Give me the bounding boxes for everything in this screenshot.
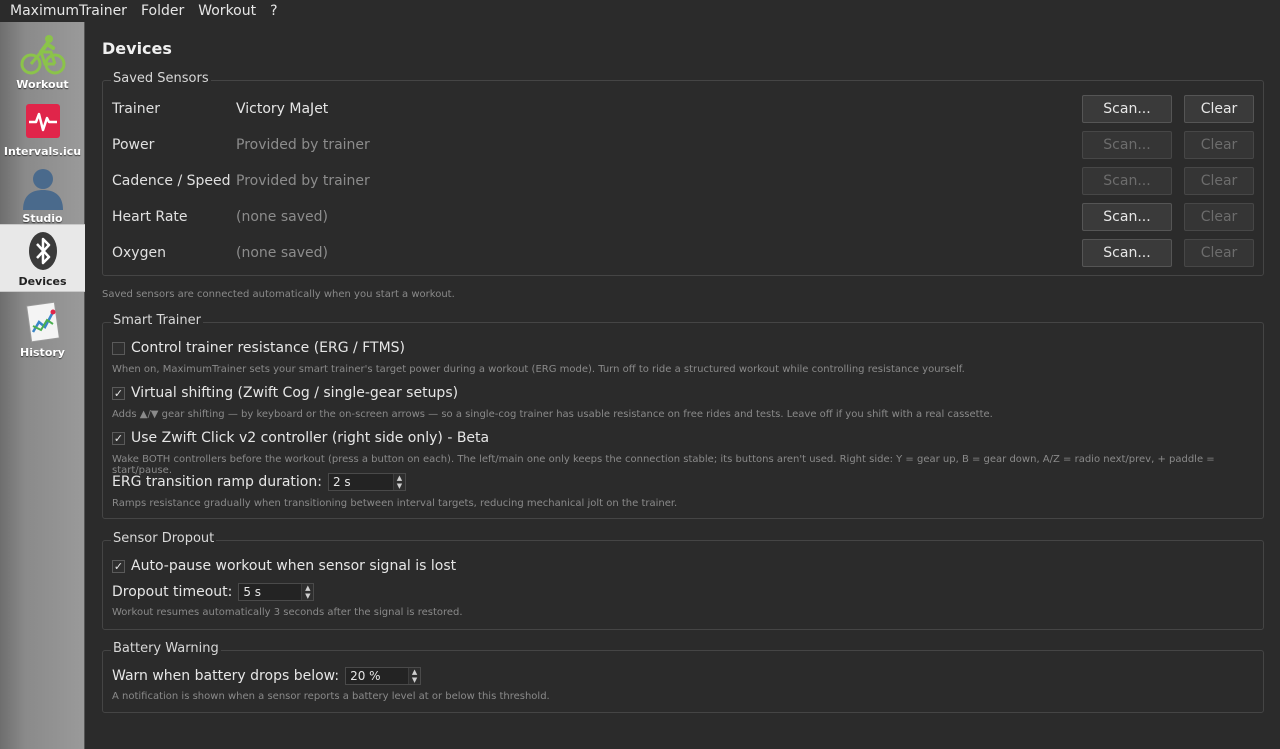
person-icon: [19, 166, 67, 210]
menu-app[interactable]: MaximumTrainer: [3, 0, 134, 22]
menu-bar: MaximumTrainer Folder Workout ?: [0, 0, 1280, 22]
sensor-value: Victory MaJet: [236, 101, 329, 117]
dropout-timeout-spinbox[interactable]: 5 s ▲ ▼: [238, 583, 315, 601]
scan-oxygen-button[interactable]: Scan...: [1082, 239, 1172, 267]
sidebar-item-studio[interactable]: Studio: [0, 162, 85, 228]
erg-checkbox-row[interactable]: Control trainer resistance (ERG / FTMS): [112, 338, 405, 358]
scan-trainer-button[interactable]: Scan...: [1082, 95, 1172, 123]
battery-threshold-row: Warn when battery drops below: 20 % ▲ ▼: [112, 666, 422, 686]
group-title: Battery Warning: [111, 641, 221, 656]
erg-checkbox[interactable]: [112, 341, 125, 355]
virtual-shifting-label: Virtual shifting (Zwift Cog / single-gea…: [131, 385, 459, 401]
dropout-timeout-row: Dropout timeout: 5 s ▲ ▼: [112, 582, 315, 602]
spin-arrows-icon[interactable]: ▲ ▼: [301, 584, 314, 600]
main-panel: Devices Saved Sensors Trainer Victory Ma…: [86, 22, 1280, 749]
ramp-duration-value[interactable]: 2 s: [329, 475, 393, 489]
clear-heart-rate-button[interactable]: Clear: [1184, 203, 1254, 231]
ramp-note: Ramps resistance gradually when transiti…: [112, 498, 678, 509]
sensor-key: Heart Rate: [112, 209, 188, 225]
erg-note: When on, MaximumTrainer sets your smart …: [112, 364, 965, 375]
virtual-shifting-note: Adds ▲/▼ gear shifting — by keyboard or …: [112, 409, 993, 420]
zwift-click-row[interactable]: ✓ Use Zwift Click v2 controller (right s…: [112, 428, 489, 448]
scan-power-button[interactable]: Scan...: [1082, 131, 1172, 159]
sensor-dropout-group: Sensor Dropout ✓ Auto-pause workout when…: [102, 531, 1264, 630]
sensor-row-oxygen: Oxygen (none saved): [112, 240, 328, 266]
sidebar-item-label: Devices: [18, 275, 67, 288]
page-title: Devices: [102, 39, 172, 58]
battery-warning-group: Battery Warning Warn when battery drops …: [102, 641, 1264, 713]
sidebar-item-label: Intervals.icu: [3, 145, 82, 158]
zwift-click-checkbox[interactable]: ✓: [112, 431, 125, 445]
saved-sensors-note: Saved sensors are connected automaticall…: [102, 289, 455, 300]
spin-arrows-icon[interactable]: ▲ ▼: [392, 474, 405, 490]
sensor-row-trainer: Trainer Victory MaJet: [112, 96, 328, 122]
sidebar-item-workout[interactable]: Workout: [0, 28, 85, 94]
sensor-value: Provided by trainer: [236, 137, 370, 153]
autopause-row[interactable]: ✓ Auto-pause workout when sensor signal …: [112, 556, 456, 576]
menu-workout[interactable]: Workout: [191, 0, 263, 22]
heartbeat-icon: [19, 99, 67, 143]
autopause-checkbox[interactable]: ✓: [112, 559, 125, 573]
dropout-timeout-label: Dropout timeout:: [112, 584, 233, 600]
zwift-click-label: Use Zwift Click v2 controller (right sid…: [131, 430, 490, 446]
scan-heart-rate-button[interactable]: Scan...: [1082, 203, 1172, 231]
group-title: Sensor Dropout: [111, 531, 217, 546]
cyclist-icon: [19, 32, 67, 76]
ramp-duration-spinbox[interactable]: 2 s ▲ ▼: [327, 473, 406, 491]
autopause-label: Auto-pause workout when sensor signal is…: [131, 558, 457, 574]
dropout-timeout-value[interactable]: 5 s: [239, 585, 301, 599]
sensor-key: Cadence / Speed: [112, 173, 231, 189]
menu-help[interactable]: ?: [263, 0, 284, 22]
sensor-row-cadence-speed: Cadence / Speed Provided by trainer: [112, 168, 370, 194]
saved-sensors-group: Saved Sensors Trainer Victory MaJet Scan…: [102, 71, 1264, 276]
sensor-key: Trainer: [112, 101, 160, 117]
smart-trainer-group: Smart Trainer Control trainer resistance…: [102, 313, 1264, 519]
sensor-key: Power: [112, 137, 155, 153]
sensor-value: (none saved): [236, 209, 328, 225]
group-title: Saved Sensors: [111, 71, 211, 86]
ramp-duration-label: ERG transition ramp duration:: [112, 474, 322, 490]
clear-cadence-button[interactable]: Clear: [1184, 167, 1254, 195]
sidebar: Workout Intervals.icu Studio Devices His…: [0, 22, 85, 749]
virtual-shifting-row[interactable]: ✓ Virtual shifting (Zwift Cog / single-g…: [112, 383, 458, 403]
sidebar-item-label: Workout: [16, 78, 69, 91]
sensor-key: Oxygen: [112, 245, 166, 261]
chart-history-icon: [19, 300, 67, 344]
dropout-note: Workout resumes automatically 3 seconds …: [112, 607, 463, 618]
battery-threshold-spinbox[interactable]: 20 % ▲ ▼: [345, 667, 422, 685]
group-title: Smart Trainer: [111, 313, 203, 328]
spin-arrows-icon[interactable]: ▲ ▼: [408, 668, 421, 684]
menu-folder[interactable]: Folder: [134, 0, 191, 22]
ramp-duration-row: ERG transition ramp duration: 2 s ▲ ▼: [112, 472, 406, 492]
sidebar-item-devices[interactable]: Devices: [0, 224, 85, 292]
erg-checkbox-label: Control trainer resistance (ERG / FTMS): [131, 340, 405, 356]
clear-oxygen-button[interactable]: Clear: [1184, 239, 1254, 267]
battery-note: A notification is shown when a sensor re…: [112, 691, 550, 702]
battery-threshold-label: Warn when battery drops below:: [112, 668, 340, 684]
sensor-row-power: Power Provided by trainer: [112, 132, 370, 158]
sidebar-item-label: History: [20, 346, 65, 359]
bluetooth-icon: [19, 229, 67, 273]
battery-threshold-value[interactable]: 20 %: [346, 669, 408, 683]
sensor-value: Provided by trainer: [236, 173, 370, 189]
sidebar-item-intervals[interactable]: Intervals.icu: [0, 95, 85, 161]
virtual-shifting-checkbox[interactable]: ✓: [112, 386, 125, 400]
sensor-value: (none saved): [236, 245, 328, 261]
clear-power-button[interactable]: Clear: [1184, 131, 1254, 159]
clear-trainer-button[interactable]: Clear: [1184, 95, 1254, 123]
scan-cadence-button[interactable]: Scan...: [1082, 167, 1172, 195]
sensor-row-heart-rate: Heart Rate (none saved): [112, 204, 328, 230]
sidebar-item-history[interactable]: History: [0, 296, 85, 362]
